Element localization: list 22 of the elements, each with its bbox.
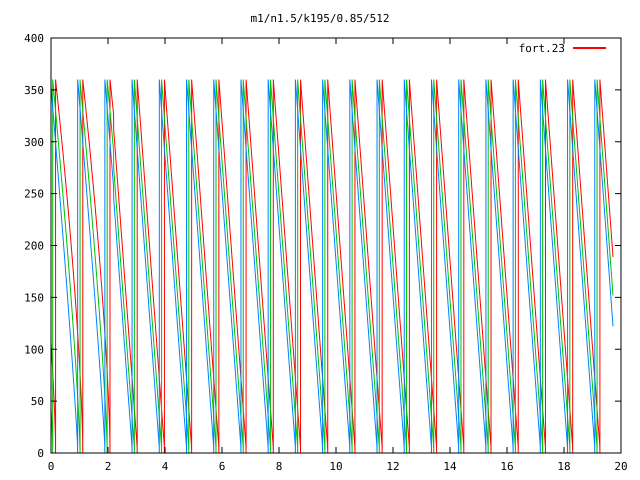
x-tick-label: 2 bbox=[104, 460, 112, 473]
y-tick-label: 250 bbox=[24, 188, 44, 201]
x-tick-label: 18 bbox=[557, 460, 571, 473]
x-tick-label: 12 bbox=[386, 460, 400, 473]
y-tick-label: 400 bbox=[24, 32, 44, 45]
x-tick-label: 10 bbox=[329, 460, 343, 473]
x-tick-label: 0 bbox=[48, 460, 54, 473]
y-tick-label: 200 bbox=[24, 240, 44, 252]
y-tick-label: 50 bbox=[30, 395, 44, 408]
y-tick-label: 150 bbox=[24, 291, 44, 304]
plot-title: m1/n1.5/k195/0.85/512 bbox=[250, 12, 390, 25]
x-tick-label: 20 bbox=[614, 460, 628, 473]
y-tick-label: 300 bbox=[24, 136, 44, 149]
x-tick-label: 16 bbox=[500, 460, 514, 473]
legend-label: fort.23 bbox=[518, 42, 565, 55]
x-tick-label: 4 bbox=[162, 460, 168, 473]
y-tick-label: 350 bbox=[24, 84, 44, 97]
x-tick-label: 8 bbox=[276, 460, 282, 473]
x-tick-label: 6 bbox=[218, 460, 226, 473]
y-tick-label: 0 bbox=[37, 447, 44, 460]
x-tick-label: 14 bbox=[443, 460, 457, 473]
y-tick-label: 100 bbox=[24, 343, 44, 356]
